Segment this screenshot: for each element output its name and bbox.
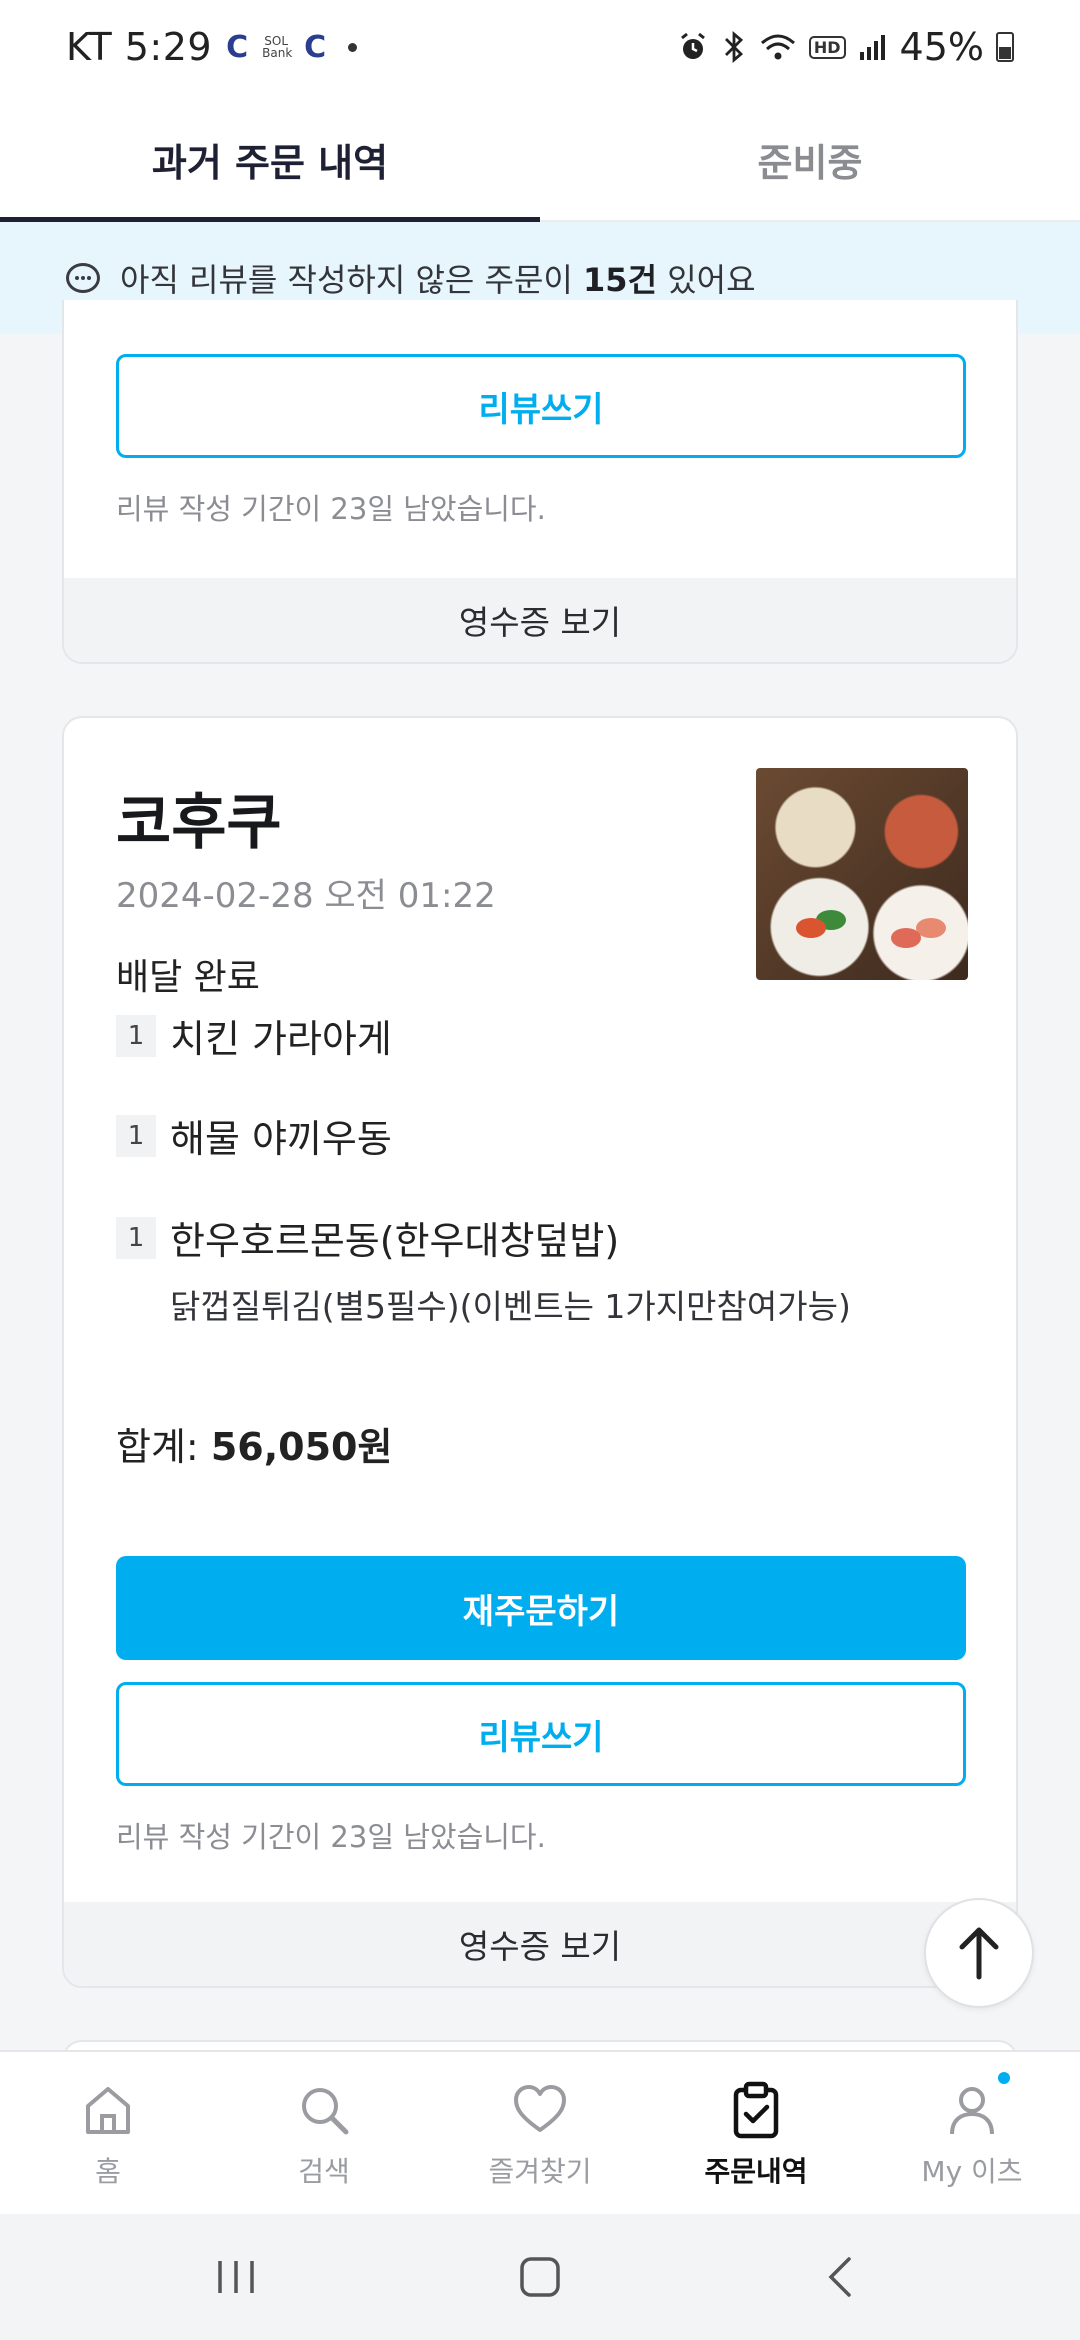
item-quantity: 1 (116, 1114, 156, 1157)
total-label: 합계: (116, 1425, 211, 1469)
review-pending-count: 15건 (583, 261, 658, 299)
status-time: KT 5:29 (66, 25, 213, 69)
write-review-button[interactable]: 리뷰쓰기 (116, 1682, 966, 1786)
item-name: 한우호르몬동(한우대창덮밥) (170, 1219, 620, 1263)
order-item: 1 한우호르몬동(한우대창덮밥) (116, 1210, 619, 1265)
hd-voice-icon: HD (808, 35, 846, 59)
review-reminder-prefix: 아직 리뷰를 작성하지 않은 주문이 (120, 261, 584, 299)
arrow-up-icon (959, 1927, 999, 1980)
signal-icon (859, 35, 885, 60)
nav-home[interactable]: 홈 (0, 2052, 216, 2216)
tab-preparing-label: 준비중 (757, 140, 863, 185)
battery-percent: 45% (899, 25, 984, 69)
status-bar: KT 5:29 C SOL Bank C HD 45% (0, 0, 1080, 96)
nav-favorites[interactable]: 즐겨찾기 (432, 2052, 648, 2216)
order-card: 코후쿠 2024-02-28 오전 01:22 배달 완료 1 치킨 가라아게 … (62, 716, 1018, 1988)
item-quantity: 1 (116, 1014, 156, 1057)
back-button[interactable] (780, 2214, 900, 2340)
tab-preparing[interactable]: 준비중 (540, 96, 1080, 222)
shop-thumbnail[interactable] (756, 768, 968, 980)
tab-past-orders[interactable]: 과거 주문 내역 (0, 96, 540, 222)
item-option: 닭껍질튀김(별5필수)(이벤트는 1가지만참여가능) (170, 1287, 851, 1326)
item-name: 해물 야끼우동 (170, 1117, 392, 1161)
status-right: HD 45% (677, 22, 1014, 72)
bottom-navigation: 홈 검색 즐겨찾기 주문내역 My 이츠 (0, 2050, 1080, 2214)
recent-apps-button[interactable] (176, 2214, 296, 2340)
clipboard-check-icon (733, 2081, 779, 2139)
nav-my[interactable]: My 이츠 (864, 2052, 1080, 2216)
app-notification-icon: C (226, 29, 249, 65)
recent-apps-icon (218, 2261, 254, 2293)
nav-favorites-label: 즐겨찾기 (488, 2155, 592, 2188)
battery-icon (996, 32, 1014, 62)
order-tabs: 과거 주문 내역 준비중 (0, 96, 1080, 222)
search-icon (302, 2088, 349, 2135)
order-status: 배달 완료 (116, 957, 260, 998)
app-notification-icon-2: C (304, 29, 327, 65)
alarm-icon (680, 32, 705, 59)
tab-past-orders-label: 과거 주문 내역 (151, 140, 389, 185)
total-value: 56,050원 (210, 1425, 393, 1469)
wifi-icon (760, 34, 795, 60)
sol-bank-icon: SOL Bank (262, 35, 293, 60)
notification-dot (998, 2072, 1010, 2084)
review-reminder-suffix: 있어요 (657, 261, 756, 299)
view-receipt-button[interactable]: 영수증 보기 (64, 1902, 1016, 1986)
review-reminder-text: 아직 리뷰를 작성하지 않은 주문이 15건 있어요 (120, 255, 756, 301)
home-square-icon (520, 2257, 560, 2297)
home-system-button[interactable] (480, 2214, 600, 2340)
person-icon (950, 2087, 994, 2135)
chat-bubble-icon (66, 263, 100, 293)
system-navigation-bar (0, 2214, 1080, 2340)
nav-home-label: 홈 (95, 2155, 121, 2188)
order-card: 리뷰쓰기 리뷰 작성 기간이 23일 남았습니다. 영수증 보기 (62, 300, 1018, 664)
home-icon (86, 2087, 130, 2134)
item-quantity: 1 (116, 1216, 156, 1259)
order-date: 2024-02-28 오전 01:22 (116, 876, 496, 916)
heart-icon (514, 2085, 566, 2132)
bluetooth-icon (724, 30, 743, 64)
more-notifications-icon (348, 42, 358, 52)
scroll-to-top-button[interactable] (924, 1898, 1034, 2008)
nav-search-label: 검색 (298, 2155, 350, 2188)
view-receipt-button[interactable]: 영수증 보기 (64, 578, 1016, 662)
review-deadline-note: 리뷰 작성 기간이 23일 남았습니다. (116, 1820, 546, 1854)
item-name: 치킨 가라아게 (170, 1017, 392, 1061)
order-item: 1 해물 야끼우동 (116, 1108, 392, 1163)
review-deadline-note: 리뷰 작성 기간이 23일 남았습니다. (116, 492, 546, 526)
sol-bank-icon-bottom: Bank (262, 46, 293, 60)
back-chevron-icon (828, 2257, 851, 2297)
nav-orders[interactable]: 주문내역 (648, 2052, 864, 2216)
shop-name[interactable]: 코후쿠 (116, 774, 282, 861)
nav-orders-label: 주문내역 (704, 2155, 808, 2188)
order-total: 합계: 56,050원 (116, 1416, 392, 1471)
order-item: 1 치킨 가라아게 (116, 1008, 392, 1063)
status-left: KT 5:29 C SOL Bank C (66, 22, 358, 72)
nav-search[interactable]: 검색 (216, 2052, 432, 2216)
nav-my-label: My 이츠 (921, 2155, 1023, 2188)
write-review-button[interactable]: 리뷰쓰기 (116, 354, 966, 458)
reorder-button[interactable]: 재주문하기 (116, 1556, 966, 1660)
